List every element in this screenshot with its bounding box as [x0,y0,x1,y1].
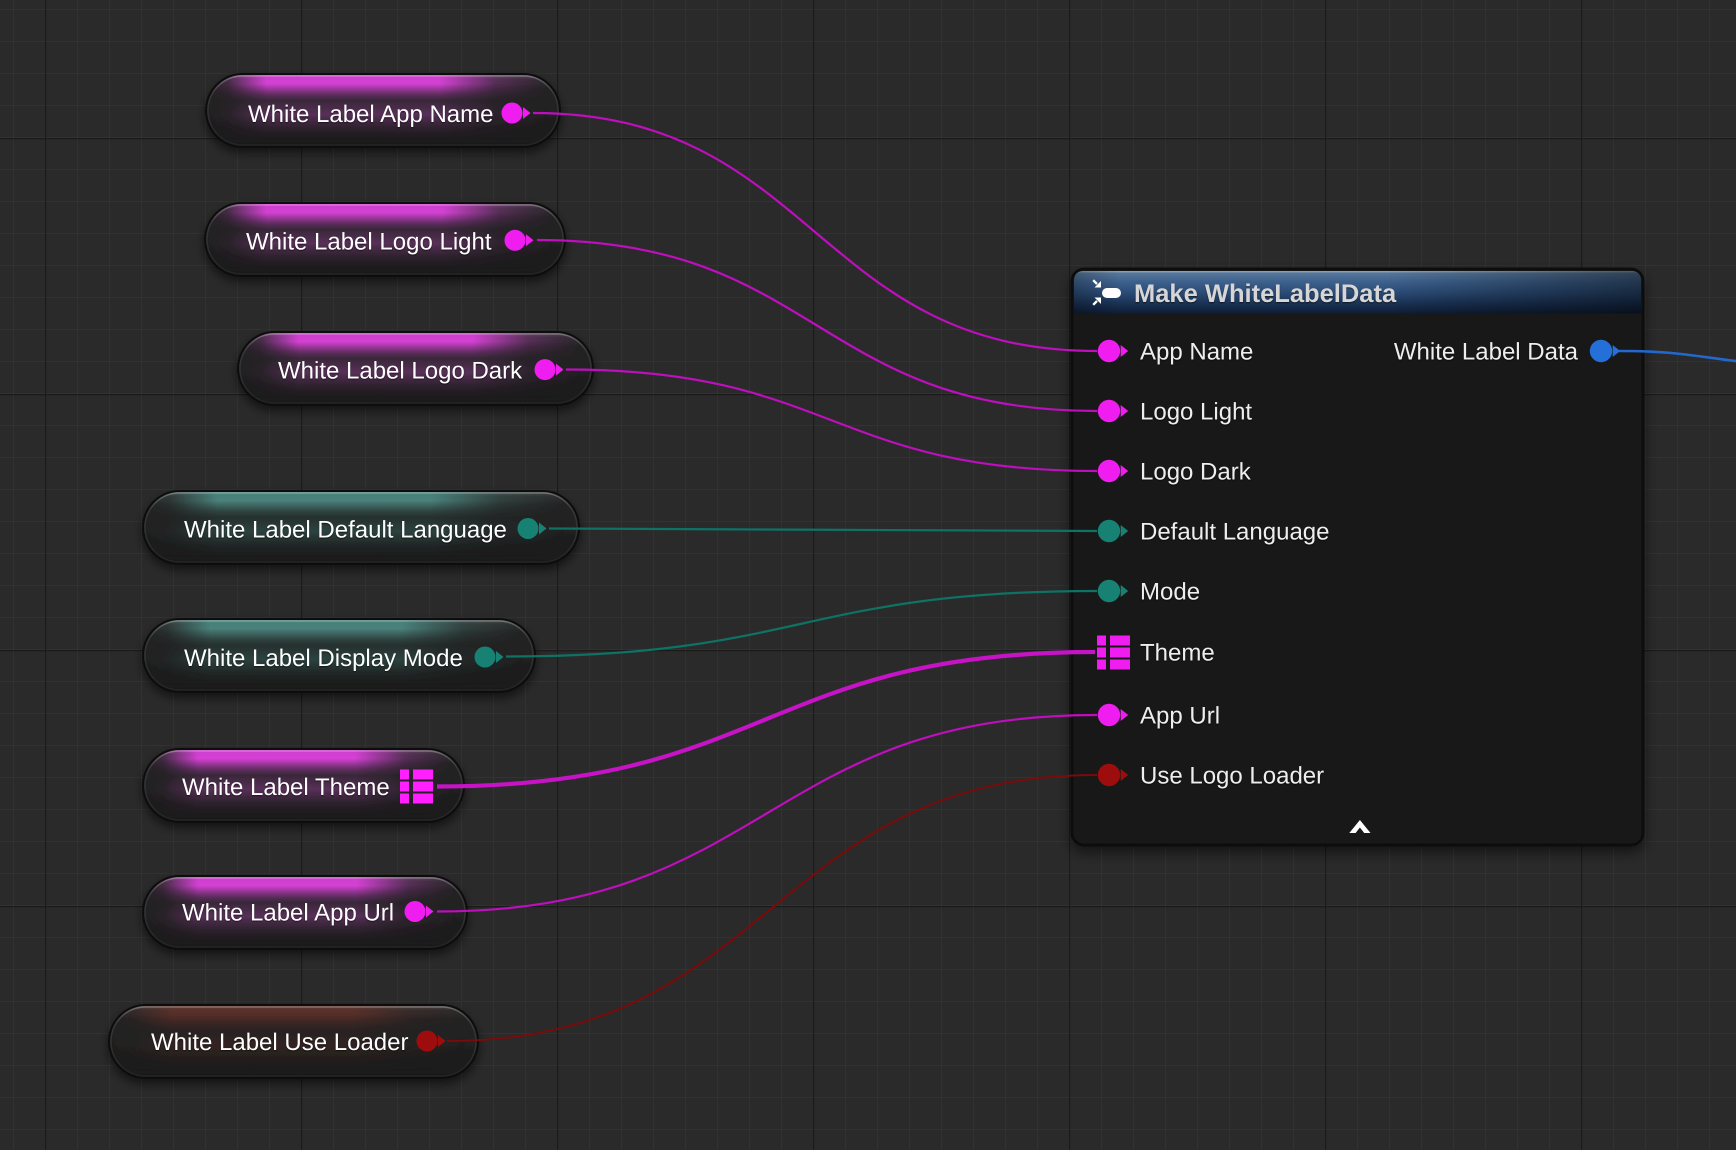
svg-text:White Label Logo Dark: White Label Logo Dark [278,358,523,385]
svg-text:White Label Data: White Label Data [1394,339,1579,366]
svg-text:Mode: Mode [1140,579,1200,606]
svg-text:Logo Dark: Logo Dark [1140,459,1252,486]
svg-text:White Label Default Language: White Label Default Language [184,517,507,544]
svg-text:White Label Logo Light: White Label Logo Light [246,228,492,255]
svg-text:White Label Use Loader: White Label Use Loader [151,1029,408,1056]
svg-text:White Label App Name: White Label App Name [248,101,493,128]
svg-text:White Label App Url: White Label App Url [182,900,394,927]
svg-text:Logo Light: Logo Light [1140,399,1252,426]
svg-text:Make WhiteLabelData: Make WhiteLabelData [1134,280,1397,308]
svg-text:Theme: Theme [1140,640,1215,667]
svg-text:Default Language: Default Language [1140,519,1330,546]
svg-text:Use Logo Loader: Use Logo Loader [1140,763,1324,790]
svg-text:White Label Display Mode: White Label Display Mode [184,645,463,672]
svg-text:App Name: App Name [1140,339,1253,366]
svg-text:App Url: App Url [1140,703,1220,730]
svg-text:White Label Theme: White Label Theme [182,774,390,801]
